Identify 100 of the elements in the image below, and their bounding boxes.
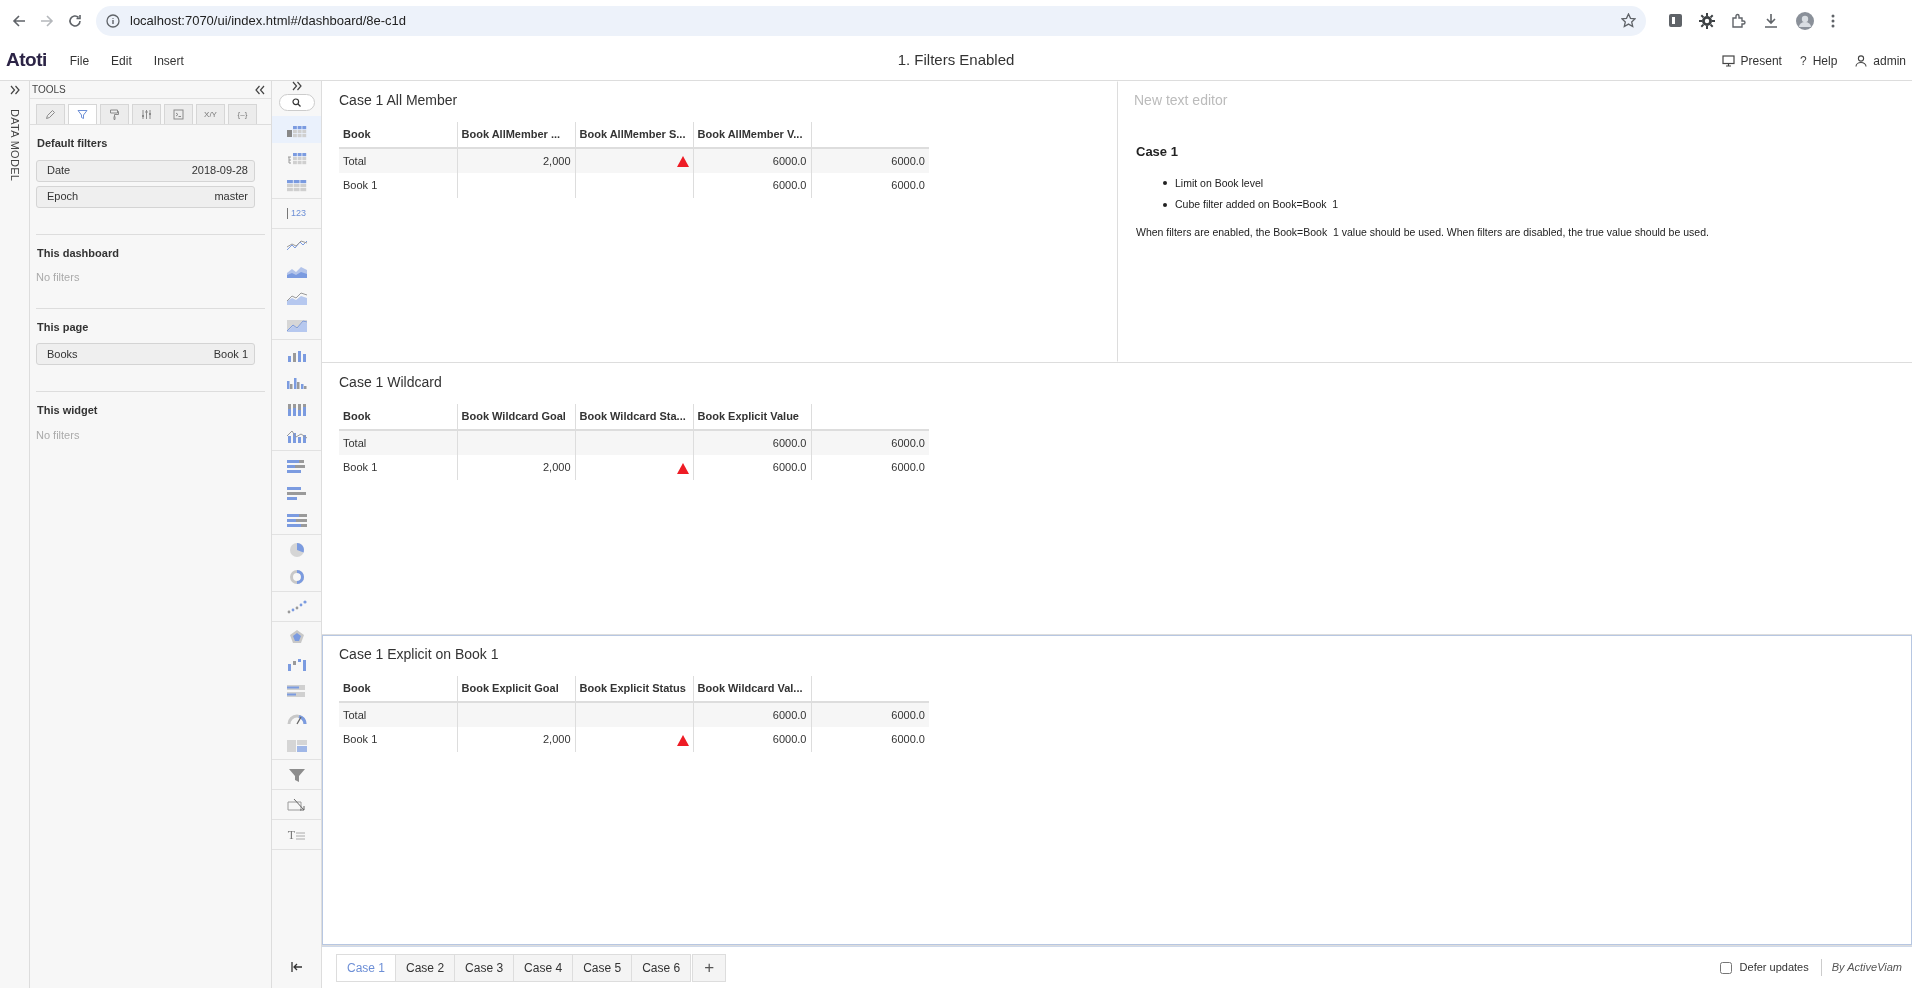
table-cell: Total [339,702,457,727]
more-menu-icon[interactable] [1831,12,1835,29]
page-title: 1. Filters Enabled [897,50,1015,71]
gear-icon[interactable] [1699,12,1715,29]
filter-value: Book 1 [213,346,248,362]
puzzle-icon[interactable] [1731,12,1747,29]
table-cell: 2,000 [457,727,575,752]
user-icon [1855,54,1868,67]
page-tab[interactable]: Case 5 [572,953,633,982]
filter-label: Books [47,346,78,362]
filter-value: master [214,189,248,205]
table-cell: 6000.0 [693,430,811,455]
help-button[interactable]: ? Help [1799,51,1838,70]
table-cell: 6000.0 [693,727,811,752]
text-paragraph: When filters are enabled, the Book=Book 1 value should be used. When filters are disabled, the true value should be used. [1136,225,1710,241]
terminal-icon [173,109,184,120]
reload-icon[interactable] [68,13,82,28]
search-button[interactable] [278,94,315,111]
table-cell: 6000.0 [693,173,811,198]
empty-text: No filters [36,427,81,443]
tool-tab[interactable] [164,104,193,124]
back-arrow-icon[interactable] [12,13,26,28]
info-icon [106,13,120,28]
app-logo: Atoti [6,48,47,73]
bullet-text: Cube filter added on Book=Book 1 [1175,197,1339,213]
tool-tab[interactable]: {–} [228,104,257,124]
star-icon[interactable] [1621,13,1636,28]
menu-item[interactable]: File [62,49,97,72]
widget-title: Case 1 Wildcard [339,373,443,392]
filter-label: Epoch [47,189,79,205]
filter-chip[interactable]: Date 2018-09-28 [36,159,255,182]
avatar-icon[interactable] [1795,10,1815,31]
paint-roller-icon [109,109,120,120]
area-icon [285,289,308,306]
section-title: This widget [36,403,99,418]
table-cell: 6000.0 [811,173,929,198]
bullet-text: Limit on Book level [1175,175,1264,191]
user-button[interactable]: admin [1855,51,1906,70]
table-cell: 2,000 [457,148,575,173]
drillthrough-icon [285,796,308,813]
filter-label: Date [47,163,71,179]
menu-item[interactable]: Insert [146,49,191,72]
bullet-dot [1163,181,1167,186]
sliders-icon [141,109,152,120]
table-cell: 6000.0 [811,702,929,727]
bar-icon [285,484,308,501]
help-icon: ? [1799,51,1807,70]
table-cell: 6000.0 [811,148,929,173]
url-text: localhost:7070/ui/index.html#/dashboard/8e-c1d [130,11,408,30]
table-cell: 6000.0 [693,148,811,173]
table-cell: 2,000 [457,455,575,480]
section-title: This page [36,319,90,335]
lines-icon [296,830,306,841]
pencil-icon [45,109,56,120]
defer-updates-checkbox[interactable] [1719,961,1732,974]
data-model-tab[interactable]: DATA MODEL [6,109,23,182]
page-tab[interactable]: Case 2 [395,953,456,982]
empty-text: No filters [36,270,81,285]
widget-type-button[interactable]: T [272,821,321,848]
extension-icon[interactable] [1668,13,1683,28]
table-cell: 6000.0 [693,455,811,480]
tool-tab[interactable] [36,104,65,124]
section-title: This dashboard [36,245,120,261]
bar-stacked-icon [285,457,308,474]
add-page-button[interactable]: + [692,953,727,982]
collapse-icon[interactable] [255,84,265,95]
address-bar[interactable]: localhost:7070/ui/index.html#/dashboard/8e-c1d [96,5,1646,36]
filter-chip[interactable]: Books Book 1 [36,343,255,365]
expand-icon[interactable] [291,81,302,91]
table-cell: Book 1 [339,173,457,198]
text-heading: Case 1 [1136,144,1179,160]
widget-type-button[interactable] [272,116,321,143]
table-cell: 6000.0 [693,702,811,727]
table-cell: Total [339,148,457,173]
monitor-icon [1721,54,1735,67]
tool-tab[interactable] [132,104,161,124]
widget-title: Case 1 Explicit on Book 1 [339,645,500,664]
tool-tab[interactable] [68,104,97,124]
bullet-dot [1163,203,1167,208]
search-icon [292,98,301,107]
checkbox-label: Defer updates [1739,960,1809,976]
bar-full-icon [285,511,308,528]
page-tab[interactable]: Case 6 [631,953,692,982]
panel-title: TOOLS [32,83,66,97]
menu-item[interactable]: Edit [104,49,139,72]
section-title: Default filters [36,136,109,151]
filter-value: 2018-09-28 [191,163,248,179]
tool-tab[interactable] [100,104,129,124]
table-cell: 6000.0 [811,727,929,752]
download-icon[interactable] [1763,12,1779,29]
table-cell: 6000.0 [811,430,929,455]
bullet-icon [285,682,308,699]
scatter-icon [285,598,308,615]
filter-chip[interactable]: Epoch master [36,185,255,208]
tool-tab[interactable]: X/Y [196,104,225,124]
page-tab[interactable]: Case 3 [454,953,515,982]
expand-icon[interactable] [9,85,20,95]
page-tab[interactable]: Case 4 [513,953,574,982]
present-button[interactable]: Present [1721,51,1782,70]
filter-icon [77,109,88,120]
